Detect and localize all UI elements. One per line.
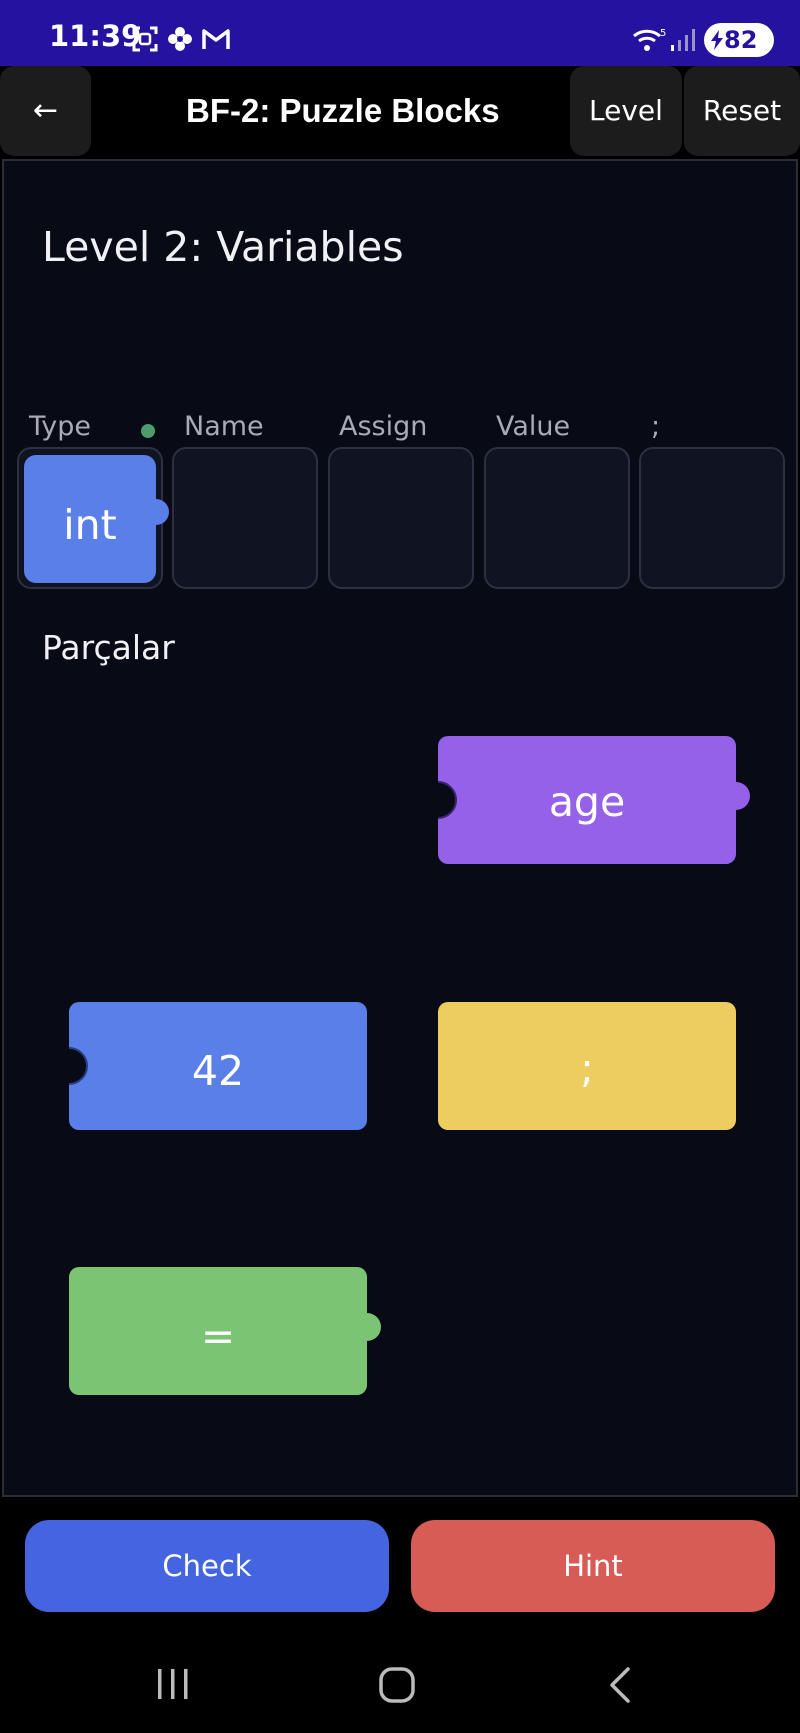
level-button[interactable]: Level <box>570 66 682 156</box>
home-icon[interactable] <box>378 1666 416 1704</box>
check-button[interactable]: Check <box>25 1520 389 1612</box>
recent-apps-icon[interactable] <box>155 1666 191 1702</box>
hint-button[interactable]: Hint <box>411 1520 775 1612</box>
slot-label-type: Type <box>29 411 92 442</box>
game-panel: Level 2: Variables Type Name Assign Valu… <box>2 159 798 1497</box>
piece-age[interactable]: age <box>438 736 764 864</box>
svg-text:5: 5 <box>660 28 666 39</box>
slot-assign[interactable] <box>328 447 474 589</box>
piece-semicolon[interactable]: ; <box>438 1002 738 1130</box>
slot-label-name: Name <box>184 411 264 442</box>
piece-label: = <box>200 1312 236 1360</box>
back-nav-icon[interactable] <box>606 1666 636 1704</box>
status-time: 11:39 <box>49 19 142 53</box>
system-nav-bar <box>0 1620 800 1733</box>
piece-label: age <box>548 778 626 826</box>
slot-label-assign: Assign <box>339 411 428 442</box>
status-bar: 11:39 5 82 <box>0 0 800 66</box>
wifi-icon: 5 <box>633 28 666 51</box>
battery-icon: 82 <box>704 23 774 57</box>
slot-label-semicolon: ; <box>651 411 661 442</box>
piece-assign[interactable]: = <box>69 1267 399 1395</box>
level-title: Level 2: Variables <box>42 223 404 271</box>
slot-label-value: Value <box>496 411 571 442</box>
screenshot-icon <box>132 26 158 52</box>
slot-name[interactable] <box>172 447 318 589</box>
filled-indicator-dot <box>141 424 155 438</box>
gmail-icon <box>202 29 230 49</box>
piece-label: 42 <box>191 1047 245 1095</box>
reset-button[interactable]: Reset <box>684 66 800 156</box>
placed-block-int[interactable]: int <box>24 455 184 583</box>
flower-icon <box>168 27 192 51</box>
app-bar: ← BF-2: Puzzle Blocks Level Reset <box>0 66 800 158</box>
battery-level: 82 <box>724 26 758 54</box>
placed-block-label: int <box>63 501 117 549</box>
pieces-label: Parçalar <box>42 628 175 667</box>
page-title: BF-2: Puzzle Blocks <box>186 92 500 129</box>
signal-icon <box>671 29 695 51</box>
back-button[interactable]: ← <box>0 66 91 156</box>
piece-42[interactable]: 42 <box>69 1002 369 1130</box>
piece-label: ; <box>580 1044 594 1092</box>
slot-semicolon[interactable] <box>639 447 785 589</box>
slot-value[interactable] <box>484 447 630 589</box>
